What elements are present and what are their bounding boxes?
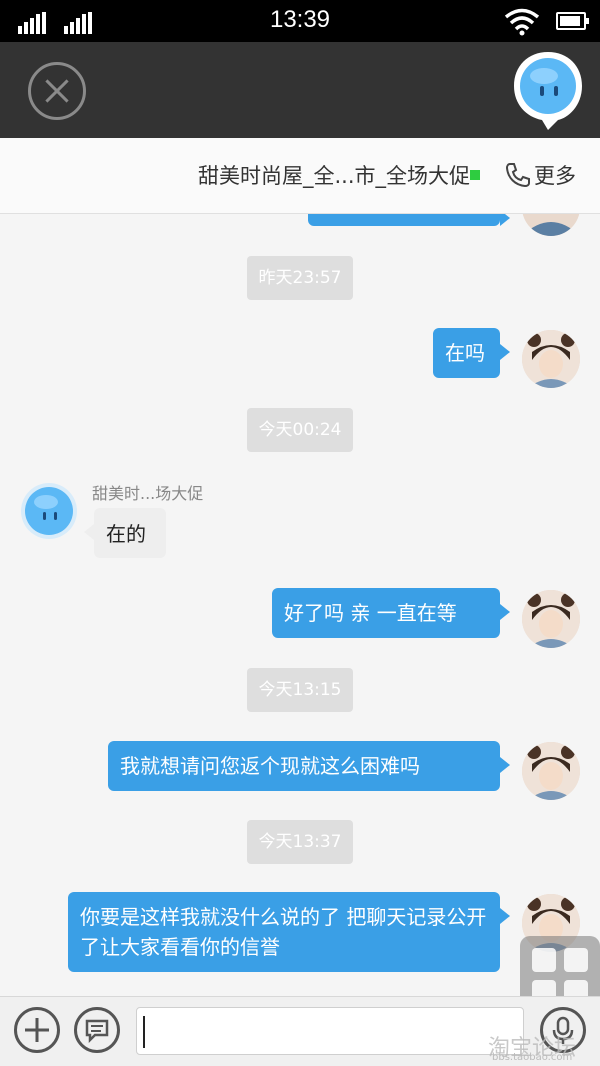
plus-icon[interactable] xyxy=(14,1007,60,1053)
shop-avatar[interactable] xyxy=(20,482,78,540)
top-bar xyxy=(0,42,600,138)
message-bubble-outgoing[interactable]: 在吗 xyxy=(433,328,510,378)
status-bar: 13:39 xyxy=(0,0,600,42)
wifi-icon xyxy=(504,8,540,36)
user-avatar[interactable] xyxy=(522,330,580,388)
timestamp: 昨天23:57 xyxy=(247,256,353,300)
more-button[interactable]: 更多 xyxy=(504,160,576,190)
watermark-url: bbs.taobao.com xyxy=(492,1052,573,1063)
message-bubble-outgoing[interactable]: 好了吗 亲 一直在等 xyxy=(272,588,510,638)
user-avatar[interactable] xyxy=(522,742,580,800)
online-status-indicator xyxy=(470,170,480,180)
message-input[interactable] xyxy=(136,1007,524,1055)
message-bubble-incoming[interactable]: 在的 xyxy=(84,508,166,558)
more-label: 更多 xyxy=(534,164,576,188)
message-bubble-partial[interactable] xyxy=(308,214,510,226)
phone-icon xyxy=(505,163,530,188)
wangwang-icon[interactable] xyxy=(512,50,584,130)
message-list[interactable]: 昨天23:57 在吗 今天00:24 甜美时...场大促 在的 好了吗 亲 一直… xyxy=(0,214,600,996)
battery-icon xyxy=(556,12,589,30)
user-avatar[interactable] xyxy=(522,590,580,648)
close-icon[interactable] xyxy=(28,62,86,120)
timestamp: 今天13:37 xyxy=(247,820,353,864)
message-bubble-outgoing[interactable]: 你要是这样我就没什么说的了 把聊天记录公开了让大家看看你的信誉 xyxy=(68,892,510,972)
chat-bubble-icon[interactable] xyxy=(74,1007,120,1053)
shop-title[interactable]: 甜美时尚屋_全...市_全场大促 xyxy=(198,160,470,190)
timestamp: 今天13:15 xyxy=(247,668,353,712)
sender-name: 甜美时...场大促 xyxy=(92,484,204,503)
message-bubble-outgoing[interactable]: 我就想请问您返个现就这么困难吗 xyxy=(108,741,510,791)
user-avatar[interactable] xyxy=(522,214,580,236)
timestamp: 今天00:24 xyxy=(247,408,353,452)
